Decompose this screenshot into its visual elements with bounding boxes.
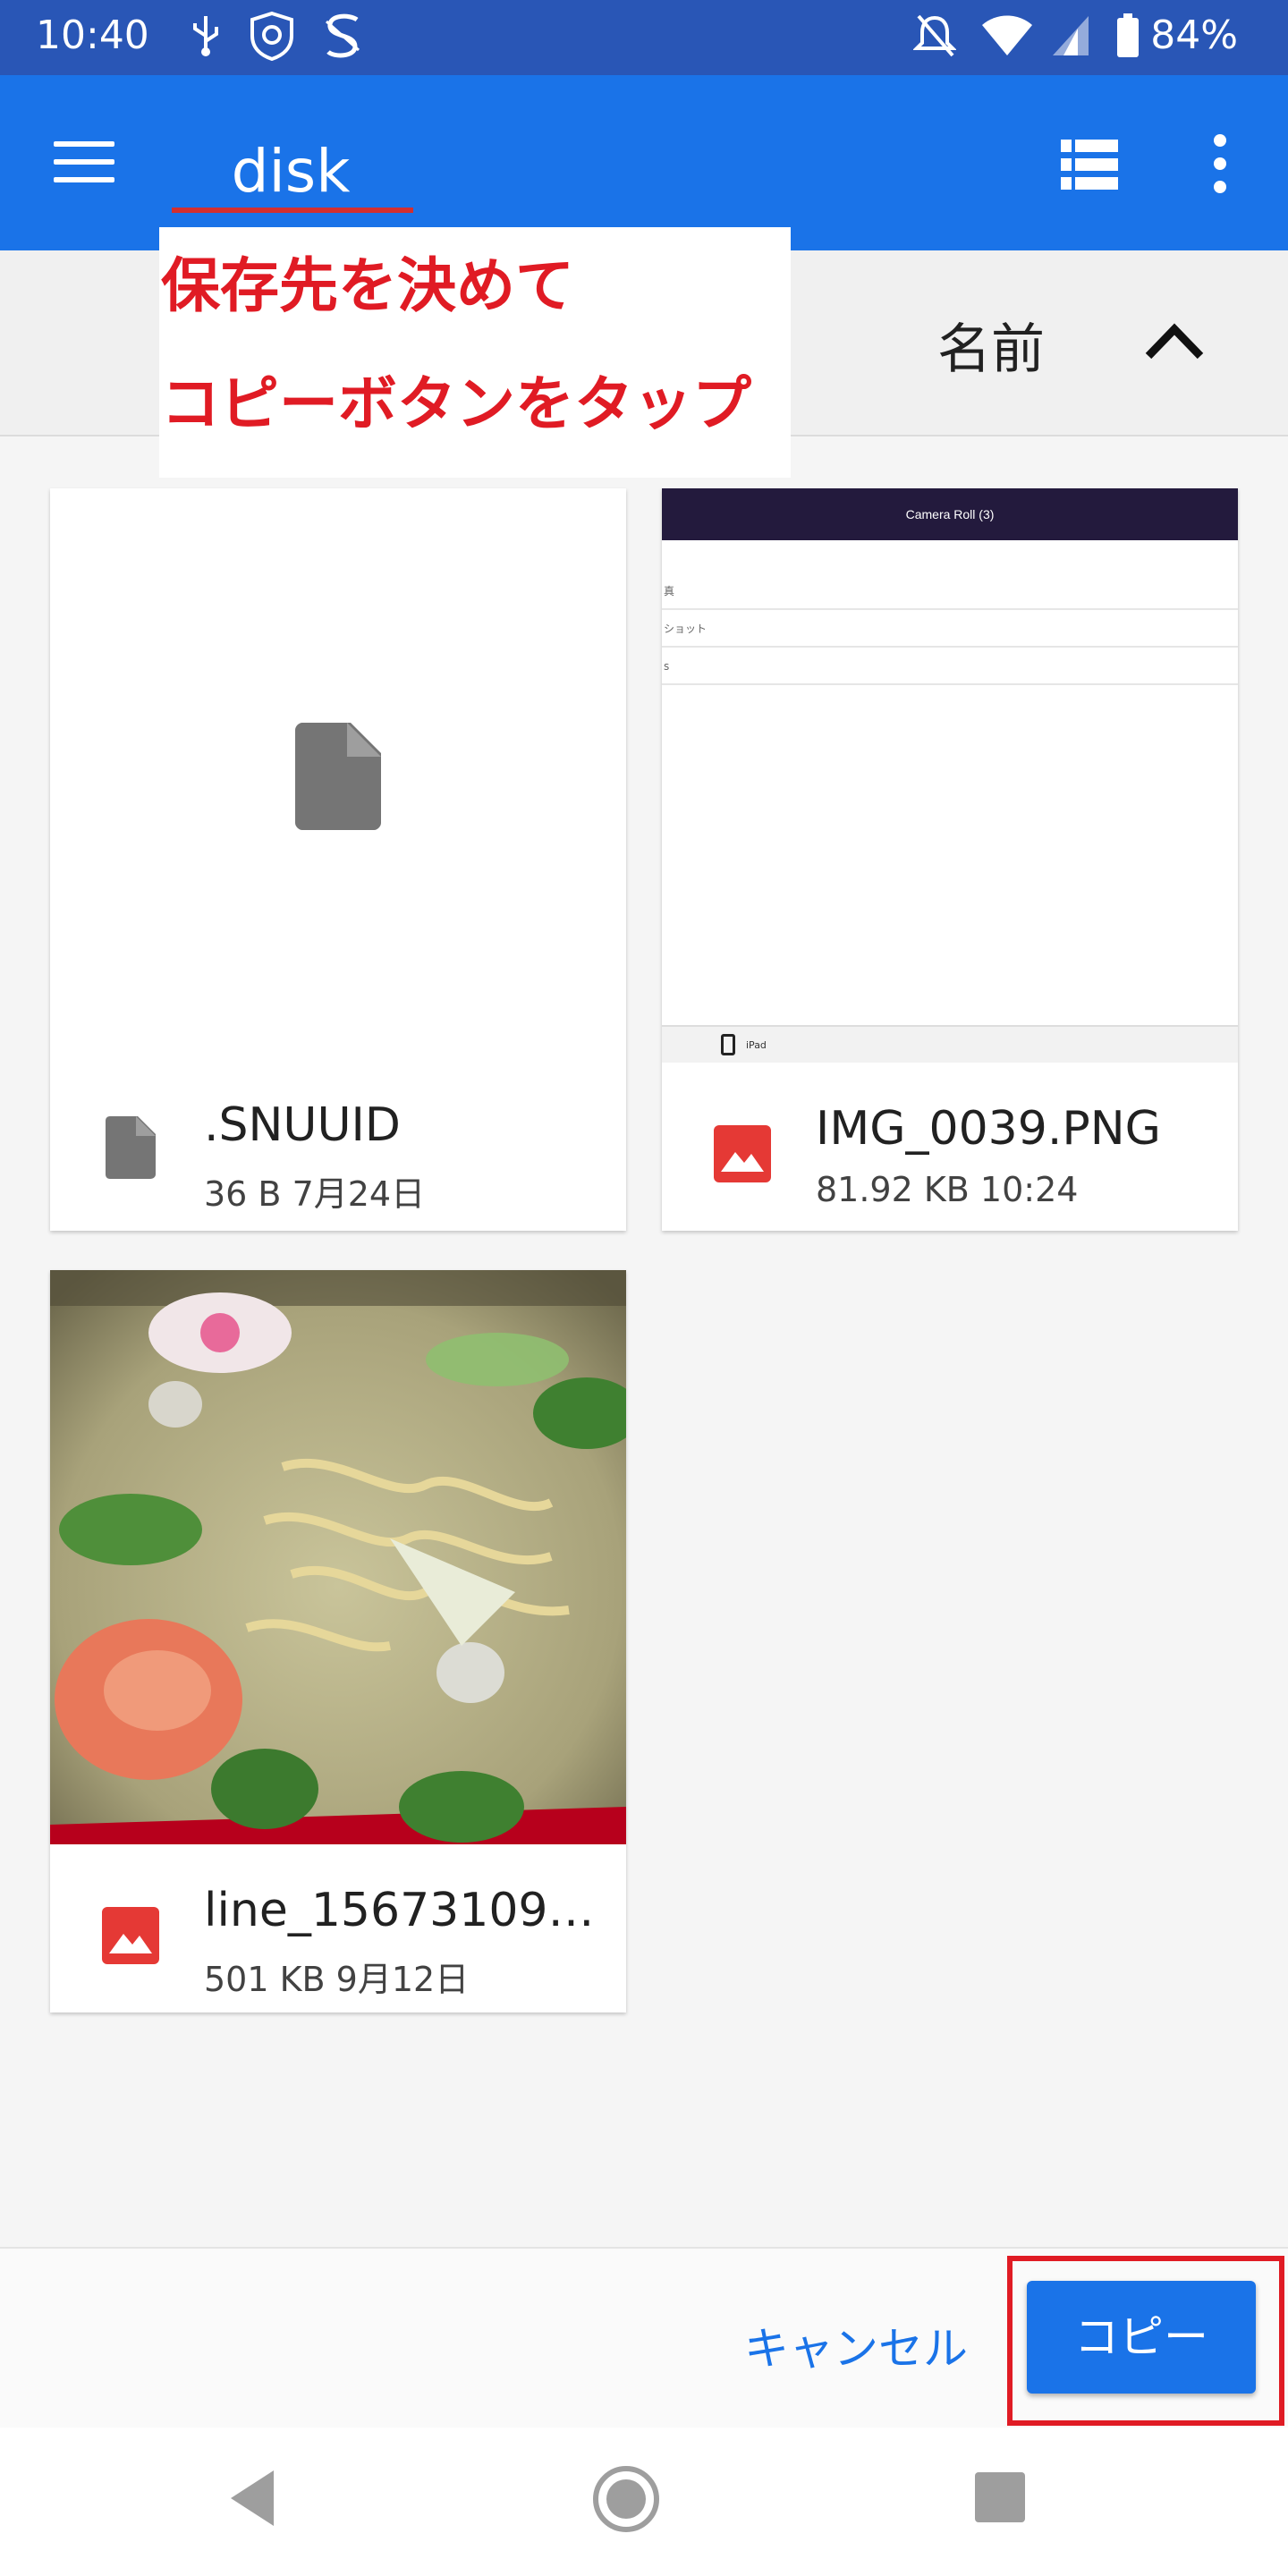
thumb-title-bar: Camera Roll (3) (662, 488, 1238, 540)
file-info: .SNUUID 36 B 7月24日 (50, 1025, 626, 1231)
recents-icon[interactable] (975, 2472, 1025, 2522)
sort-label[interactable]: 名前 (937, 306, 1045, 384)
battery-percent: 84% (1150, 13, 1238, 58)
file-meta: 501 KB 9月12日 (204, 1960, 470, 1999)
annotation-line-2: コピーボタンをタップ (161, 369, 751, 438)
status-bar: 10:40 84% (0, 0, 1288, 75)
file-meta: 36 B 7月24日 (204, 1174, 426, 1214)
image-icon (714, 1125, 771, 1182)
notifications-off-icon (912, 11, 957, 61)
back-icon[interactable] (227, 2467, 281, 2529)
file-placeholder-icon (295, 723, 381, 830)
thumb-row: ショット (662, 610, 1238, 648)
home-icon[interactable] (590, 2463, 662, 2535)
file-info: line_15673109… 501 KB 9月12日 (50, 1844, 626, 2012)
list-view-icon[interactable] (1061, 140, 1118, 190)
thumb-row: 真 (662, 572, 1238, 610)
system-nav-bar (0, 2428, 1288, 2576)
wifi-icon (980, 11, 1034, 61)
status-time: 10:40 (36, 13, 149, 58)
ipad-icon (721, 1034, 735, 1055)
cell-signal-icon (1050, 11, 1091, 61)
image-icon (102, 1907, 159, 1964)
usb-icon (188, 11, 224, 61)
ramen-photo (50, 1270, 626, 1844)
cancel-button[interactable]: キャンセル (744, 2313, 968, 2377)
battery-icon (1114, 11, 1141, 61)
file-meta: 81.92 KB 10:24 (816, 1170, 1079, 1209)
thumb-footer-label: iPad (746, 1039, 767, 1051)
file-name: .SNUUID (204, 1098, 401, 1152)
vpn-shield-icon (247, 11, 297, 61)
app-bar: disk (0, 75, 1288, 250)
screenshot-thumbnail: Camera Roll (3) 真 ショット s iPad (662, 488, 1238, 1063)
copy-button[interactable]: コピー (1027, 2281, 1256, 2394)
more-vert-icon[interactable] (1209, 134, 1231, 195)
file-card[interactable]: line_15673109… 501 KB 9月12日 (50, 1270, 626, 2012)
s-app-icon (322, 11, 363, 61)
thumb-row: s (662, 648, 1238, 685)
thumb-footer: iPad (662, 1025, 1238, 1063)
tab-disk[interactable]: disk (170, 127, 411, 216)
hamburger-menu-icon[interactable] (54, 141, 114, 184)
file-card[interactable]: Camera Roll (3) 真 ショット s iPad IMG_0039.P… (662, 488, 1238, 1231)
tab-indicator (172, 208, 413, 213)
annotation-line-1: 保存先を決めて (161, 251, 574, 320)
file-card[interactable]: .SNUUID 36 B 7月24日 (50, 488, 626, 1231)
file-name: IMG_0039.PNG (816, 1102, 1161, 1156)
file-thumbnail (50, 488, 626, 1025)
file-icon (106, 1116, 156, 1179)
file-name: line_15673109… (204, 1884, 595, 1937)
chevron-up-icon[interactable] (1143, 320, 1206, 361)
file-info: IMG_0039.PNG 81.92 KB 10:24 (662, 1063, 1238, 1231)
instruction-annotation: 保存先を決めて コピーボタンをタップ (159, 227, 791, 478)
photo-thumbnail (50, 1270, 626, 1844)
